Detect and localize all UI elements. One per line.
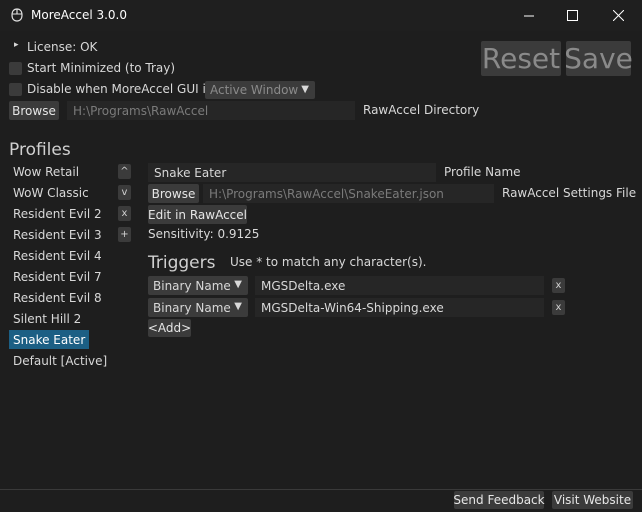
license-expand-icon[interactable]: ▸	[14, 40, 19, 50]
profile-item[interactable]: Resident Evil 2	[9, 204, 106, 223]
delete-profile-button[interactable]: x	[118, 206, 131, 221]
rawaccel-browse-button[interactable]: Browse	[9, 101, 59, 120]
close-icon	[612, 10, 624, 21]
start-minimized-checkbox[interactable]	[9, 62, 22, 75]
edit-in-rawaccel-button[interactable]: Edit in RawAccel	[148, 205, 247, 224]
profile-item[interactable]: Snake Eater	[9, 330, 90, 349]
settings-browse-button[interactable]: Browse	[148, 184, 199, 203]
move-down-button[interactable]: v	[118, 185, 131, 200]
disable-mode-select[interactable]: Active Window ▼	[205, 81, 315, 99]
minimize-button[interactable]	[506, 0, 552, 31]
profiles-heading: Profiles	[9, 140, 71, 160]
disable-when-label: Disable when MoreAccel GUI is	[27, 82, 213, 96]
profile-item[interactable]: WoW Classic	[9, 183, 93, 202]
trigger-value-input[interactable]: MGSDelta.exe	[255, 276, 544, 295]
profile-item[interactable]: Resident Evil 4	[9, 246, 106, 265]
chevron-down-icon: ▼	[234, 279, 242, 290]
footer-divider	[0, 489, 642, 490]
rawaccel-directory-input[interactable]: H:\Programs\RawAccel	[67, 101, 355, 120]
maximize-button[interactable]	[549, 0, 595, 31]
send-feedback-button[interactable]: Send Feedback	[453, 491, 545, 509]
trigger-value-input[interactable]: MGSDelta-Win64-Shipping.exe	[255, 298, 544, 317]
profile-item[interactable]: Resident Evil 3	[9, 225, 106, 244]
chevron-down-icon: ▼	[301, 84, 309, 95]
visit-website-button[interactable]: Visit Website	[552, 491, 633, 509]
chevron-down-icon: ▼	[234, 301, 242, 312]
add-trigger-button[interactable]: <Add>	[148, 319, 191, 337]
trigger-type-select[interactable]: Binary Name ▼	[148, 298, 248, 317]
app-icon	[10, 8, 24, 22]
trigger-type-value: Binary Name	[153, 300, 231, 315]
disable-when-checkbox[interactable]	[9, 83, 22, 96]
settings-file-label: RawAccel Settings File	[502, 186, 637, 200]
move-up-button[interactable]: ^	[118, 164, 131, 179]
reset-button[interactable]: Reset	[481, 41, 561, 76]
triggers-heading: Triggers	[148, 253, 216, 273]
window-title: MoreAccel 3.0.0	[31, 8, 128, 22]
profile-item[interactable]: Wow Retail	[9, 162, 83, 181]
sensitivity-value: Sensitivity: 0.9125	[148, 227, 260, 241]
start-minimized-label: Start Minimized (to Tray)	[27, 61, 176, 75]
triggers-hint: Use * to match any character(s).	[230, 255, 427, 269]
disable-mode-value: Active Window	[210, 83, 299, 97]
profile-name-input[interactable]: Snake Eater	[148, 163, 436, 182]
profile-name-label: Profile Name	[444, 165, 521, 179]
add-profile-button[interactable]: +	[118, 227, 131, 242]
trigger-type-select[interactable]: Binary Name ▼	[148, 276, 248, 295]
minimize-icon	[524, 15, 534, 16]
profile-item[interactable]: Default [Active]	[9, 351, 111, 370]
profile-item[interactable]: Resident Evil 8	[9, 288, 106, 307]
trigger-type-value: Binary Name	[153, 278, 231, 293]
profile-item[interactable]: Silent Hill 2	[9, 309, 85, 328]
save-button[interactable]: Save	[564, 41, 633, 76]
remove-trigger-button[interactable]: x	[552, 278, 565, 293]
maximize-icon	[566, 10, 578, 21]
profile-item[interactable]: Resident Evil 7	[9, 267, 106, 286]
settings-file-input[interactable]: H:\Programs\RawAccel\SnakeEater.json	[203, 184, 494, 203]
rawaccel-directory-label: RawAccel Directory	[363, 103, 480, 117]
license-status[interactable]: License: OK	[27, 40, 97, 54]
remove-trigger-button[interactable]: x	[552, 300, 565, 315]
close-button[interactable]	[595, 0, 641, 31]
